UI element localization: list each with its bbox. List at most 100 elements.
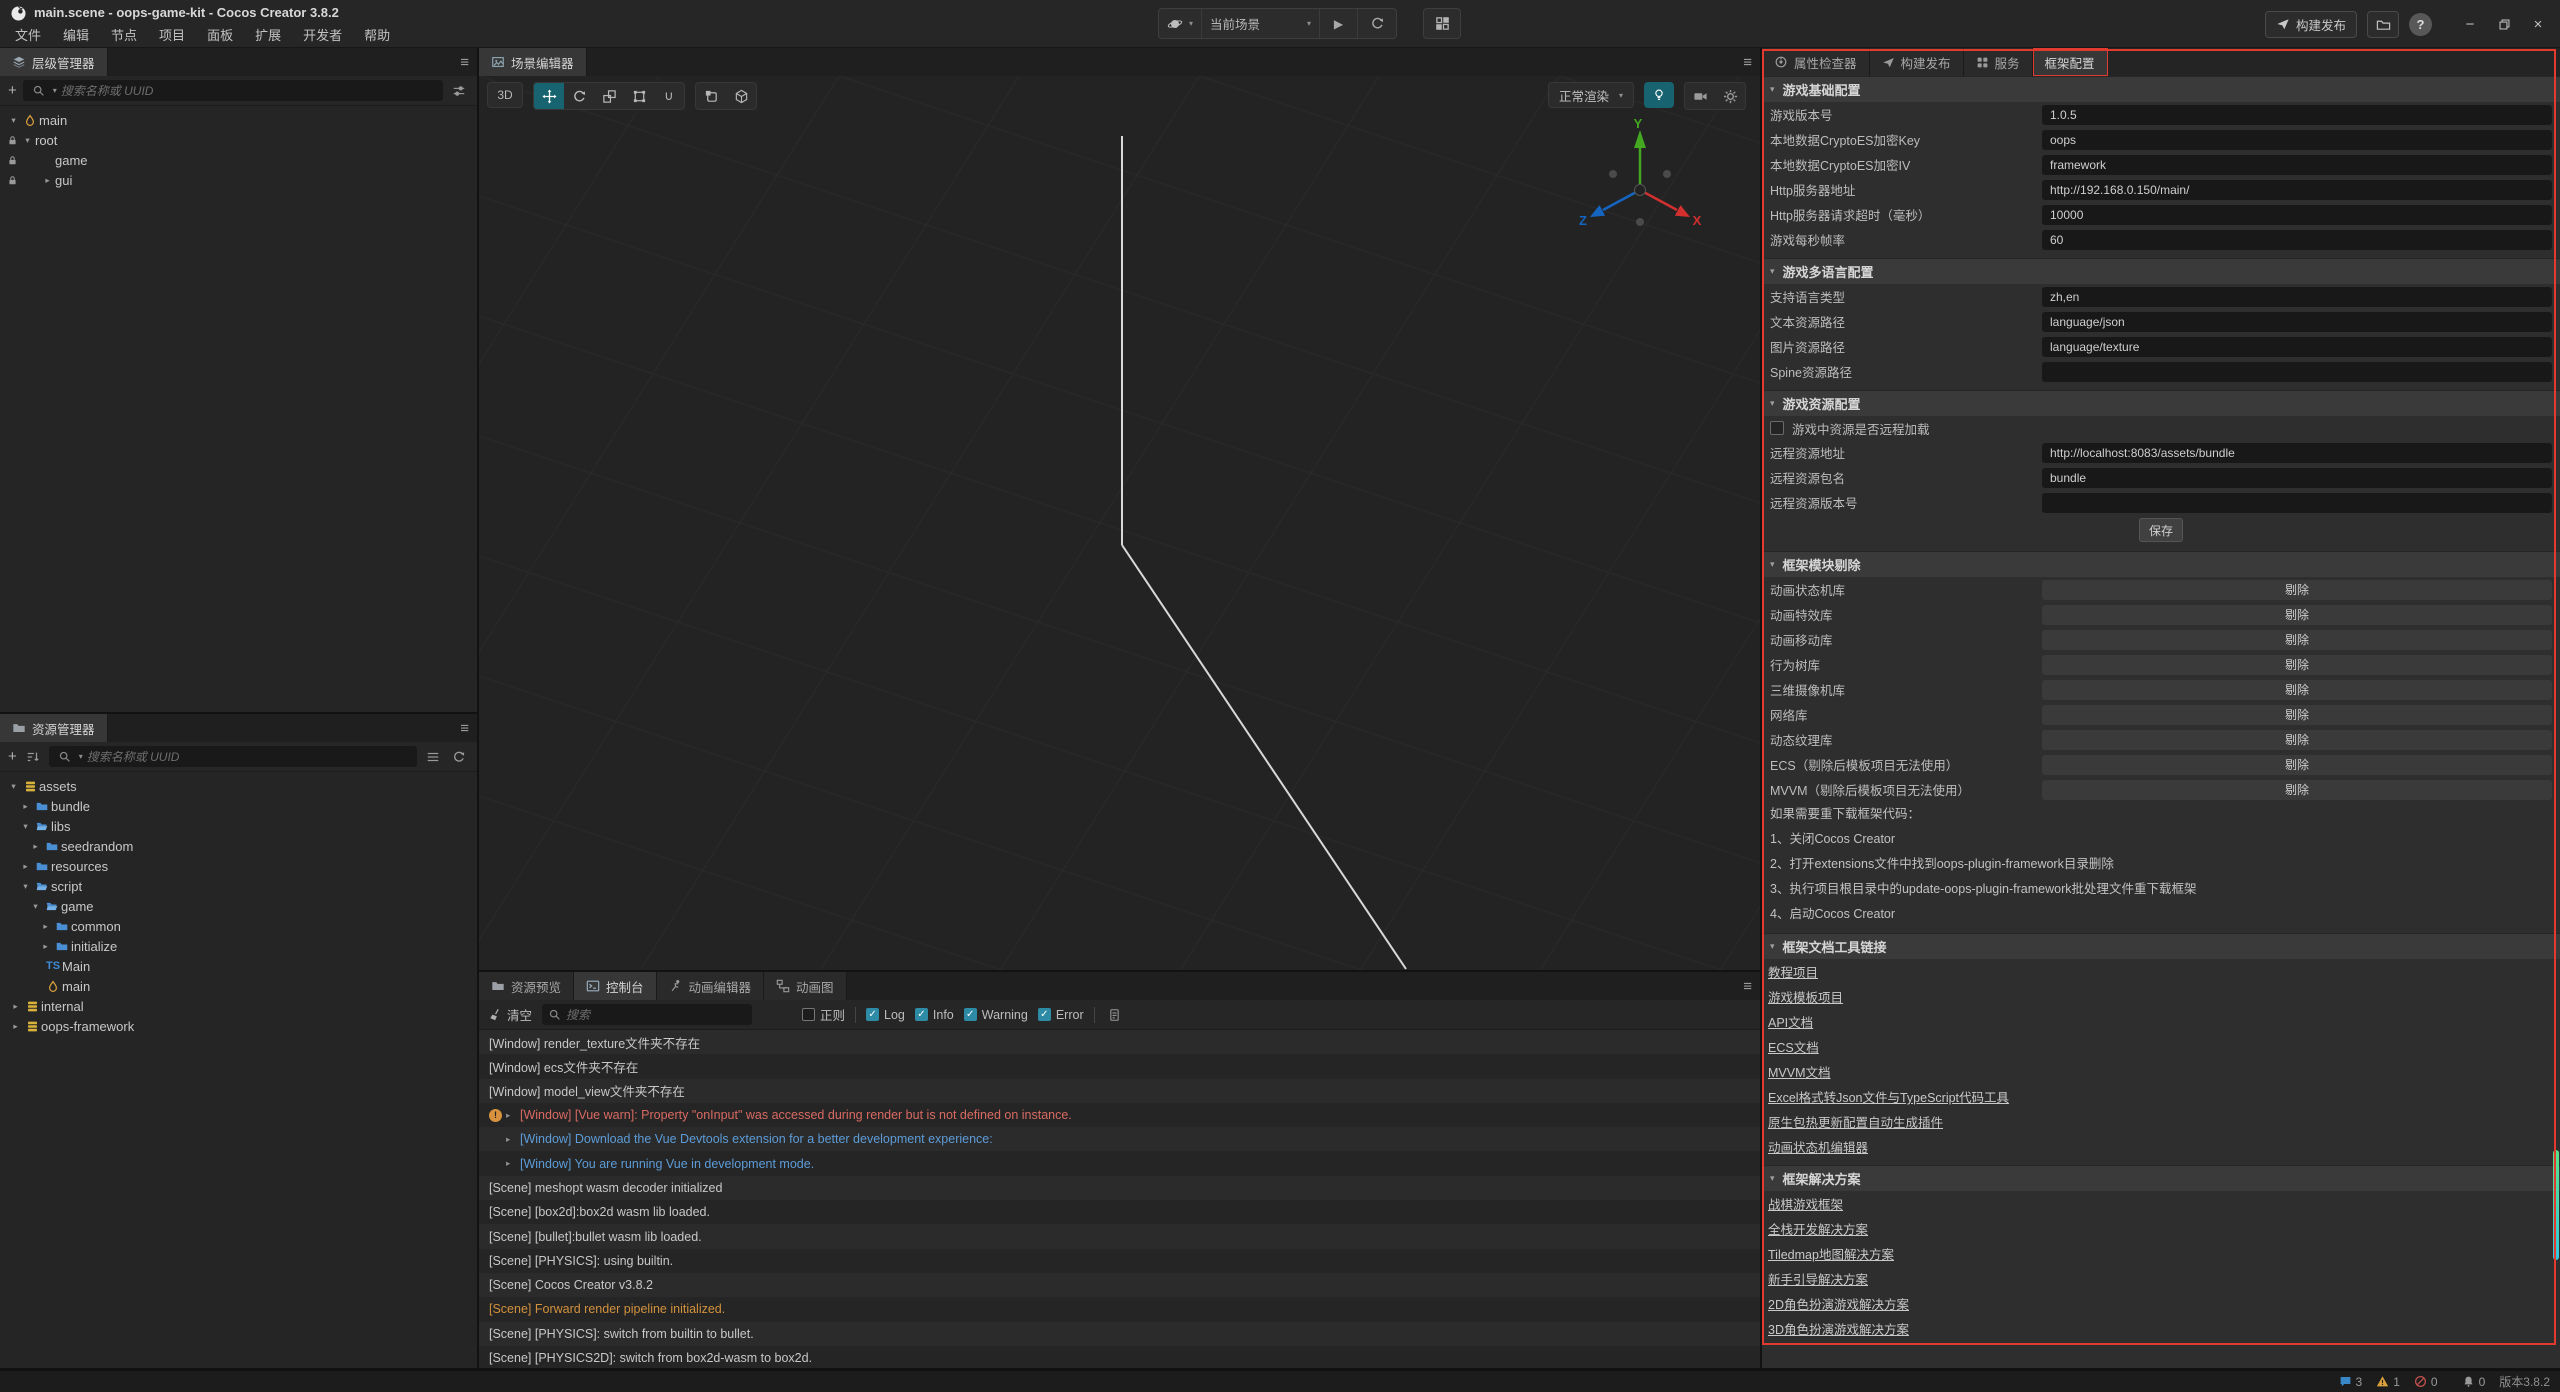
view-gizmo[interactable]: Y X Z <box>1575 118 1705 248</box>
section-solutions[interactable]: ▾ 框架解决方案 <box>1762 1165 2560 1191</box>
dimension-toggle-button[interactable]: 3D <box>487 82 523 108</box>
reload-button[interactable] <box>1358 9 1396 38</box>
cull-effect-button[interactable]: 剔除 <box>2042 605 2552 625</box>
rotate-tool-button[interactable] <box>564 83 594 109</box>
remote-load-checkbox[interactable] <box>1770 421 1784 435</box>
asset-node-game[interactable]: ▾ game <box>0 896 477 916</box>
log-row[interactable]: [Scene] Cocos Creator v3.8.2 <box>479 1273 1760 1297</box>
tab-services[interactable]: 服务 <box>1964 48 2033 76</box>
link-3drpg-solution[interactable]: 3D角色扮演游戏解决方案 <box>1768 1319 1909 1338</box>
asset-node-seedrandom[interactable]: ▸ seedrandom <box>0 836 477 856</box>
scale-tool-button[interactable] <box>594 83 624 109</box>
spine-path-input[interactable] <box>2042 362 2552 382</box>
console-search-input[interactable] <box>566 1008 746 1022</box>
section-modules[interactable]: ▾ 框架模块剔除 <box>1762 551 2560 577</box>
fps-input[interactable] <box>2042 230 2552 250</box>
tab-console[interactable]: 控制台 <box>574 972 657 1000</box>
tab-asset-preview[interactable]: 资源预览 <box>479 972 574 1000</box>
minimize-button[interactable]: − <box>2456 10 2484 38</box>
gear-icon[interactable] <box>1715 83 1745 109</box>
link-hotupdate-plugin[interactable]: 原生包热更新配置自动生成插件 <box>1768 1112 1943 1131</box>
play-button[interactable]: ▶ <box>1320 9 1358 38</box>
search-type-caret-icon[interactable]: ▾ <box>79 752 83 761</box>
assets-search-input[interactable] <box>87 750 411 764</box>
preview-device-button[interactable] <box>1423 8 1461 39</box>
cull-behavior-tree-button[interactable]: 剔除 <box>2042 655 2552 675</box>
gizmo-space-button[interactable] <box>726 83 756 109</box>
scene-viewport[interactable]: 3D ∪ <box>479 76 1760 970</box>
tree-node-game[interactable]: game <box>0 150 477 170</box>
asset-node-bundle[interactable]: ▸ bundle <box>0 796 477 816</box>
render-mode-dropdown[interactable]: 正常渲染 ▾ <box>1548 82 1634 108</box>
log-row-orange[interactable]: [Scene] Forward render pipeline initiali… <box>479 1297 1760 1321</box>
asset-node-initialize[interactable]: ▸ initialize <box>0 936 477 956</box>
cull-ecs-button[interactable]: 剔除 <box>2042 755 2552 775</box>
http-server-input[interactable] <box>2042 180 2552 200</box>
expand-caret-icon[interactable]: ▸ <box>506 1158 520 1169</box>
menu-help[interactable]: 帮助 <box>353 24 401 48</box>
log-row[interactable]: [Scene] [PHYSICS]: switch from builtin t… <box>479 1322 1760 1346</box>
tab-hierarchy[interactable]: 层级管理器 <box>0 48 108 76</box>
asset-node-oops-framework[interactable]: ▸ oops-framework <box>0 1016 477 1036</box>
collapse-all-icon[interactable] <box>423 747 443 767</box>
section-game-res[interactable]: ▾ 游戏资源配置 <box>1762 390 2560 416</box>
rect-tool-button[interactable] <box>624 83 654 109</box>
crypto-key-input[interactable] <box>2042 130 2552 150</box>
log-row[interactable]: [Scene] meshopt wasm decoder initialized <box>479 1176 1760 1200</box>
asset-node-resources[interactable]: ▸ resources <box>0 856 477 876</box>
menu-node[interactable]: 节点 <box>100 24 148 48</box>
asset-node-internal[interactable]: ▸ internal <box>0 996 477 1016</box>
link-wargame-framework[interactable]: 战棋游戏框架 <box>1768 1194 1843 1213</box>
cull-dynamic-texture-button[interactable]: 剔除 <box>2042 730 2552 750</box>
texture-path-input[interactable] <box>2042 337 2552 357</box>
panel-menu-icon[interactable]: ≡ <box>1743 972 1752 1000</box>
http-timeout-input[interactable] <box>2042 205 2552 225</box>
notification-count[interactable]: 0 <box>2462 1375 2486 1389</box>
cull-camera-button[interactable]: 剔除 <box>2042 680 2552 700</box>
menu-developer[interactable]: 开发者 <box>292 24 353 48</box>
tab-animation-graph[interactable]: 动画图 <box>764 972 847 1000</box>
log-row[interactable]: [Window] model_view文件夹不存在 <box>479 1079 1760 1103</box>
menu-edit[interactable]: 编辑 <box>52 24 100 48</box>
log-row[interactable]: [Scene] [bullet]:bullet wasm lib loaded. <box>479 1224 1760 1248</box>
log-row-warning[interactable]: ! ▸ [Window] [Vue warn]: Property "onInp… <box>479 1103 1760 1127</box>
link-api-docs[interactable]: API文档 <box>1768 1012 1813 1031</box>
menu-project[interactable]: 项目 <box>148 24 196 48</box>
tab-build-publish[interactable]: 构建发布 <box>1870 48 1964 76</box>
search-type-caret-icon[interactable]: ▾ <box>53 86 57 95</box>
log-row-info[interactable]: ▸ [Window] You are running Vue in develo… <box>479 1151 1760 1175</box>
link-tiledmap-solution[interactable]: Tiledmap地图解决方案 <box>1768 1244 1894 1263</box>
restore-button[interactable] <box>2490 10 2518 38</box>
regex-checkbox[interactable]: 正则 <box>802 1005 845 1024</box>
panel-menu-icon[interactable]: ≡ <box>460 714 469 742</box>
text-path-input[interactable] <box>2042 312 2552 332</box>
build-publish-button[interactable]: 构建发布 <box>2265 11 2357 38</box>
tab-property-inspector[interactable]: 属性检查器 <box>1762 48 1870 76</box>
tab-animation-editor[interactable]: 动画编辑器 <box>657 972 765 1000</box>
section-docs[interactable]: ▾ 框架文档工具链接 <box>1762 933 2560 959</box>
tab-scene-editor[interactable]: 场景编辑器 <box>479 48 587 76</box>
refresh-icon[interactable] <box>449 747 469 767</box>
link-template-project[interactable]: 游戏模板项目 <box>1768 987 1843 1006</box>
filter-info-checkbox[interactable]: ✓ Info <box>915 1008 954 1022</box>
languages-input[interactable] <box>2042 287 2552 307</box>
section-game-basic[interactable]: ▾ 游戏基础配置 <box>1762 76 2560 102</box>
game-version-input[interactable] <box>2042 105 2552 125</box>
expand-caret-icon[interactable]: ▸ <box>506 1110 520 1121</box>
filter-error-checkbox[interactable]: ✓ Error <box>1038 1008 1084 1022</box>
add-node-button[interactable]: + <box>8 83 17 98</box>
section-i18n[interactable]: ▾ 游戏多语言配置 <box>1762 258 2560 284</box>
log-row[interactable]: [Window] render_texture文件夹不存在 <box>479 1030 1760 1054</box>
log-row[interactable]: [Scene] [PHYSICS2D]: switch from box2d-w… <box>479 1346 1760 1368</box>
log-row[interactable]: [Window] ecs文件夹不存在 <box>479 1054 1760 1078</box>
panel-menu-icon[interactable]: ≡ <box>1743 48 1752 76</box>
scrollbar-thumb[interactable] <box>2553 1150 2559 1260</box>
tree-node-main[interactable]: ▾ main <box>0 110 477 130</box>
menu-extension[interactable]: 扩展 <box>244 24 292 48</box>
link-2drpg-solution[interactable]: 2D角色扮演游戏解决方案 <box>1768 1294 1909 1313</box>
asset-node-script[interactable]: ▾ script <box>0 876 477 896</box>
cull-animator-button[interactable]: 剔除 <box>2042 580 2552 600</box>
asset-node-main-scene[interactable]: main <box>0 976 477 996</box>
close-button[interactable]: × <box>2524 10 2552 38</box>
open-project-folder-button[interactable] <box>2367 11 2399 38</box>
